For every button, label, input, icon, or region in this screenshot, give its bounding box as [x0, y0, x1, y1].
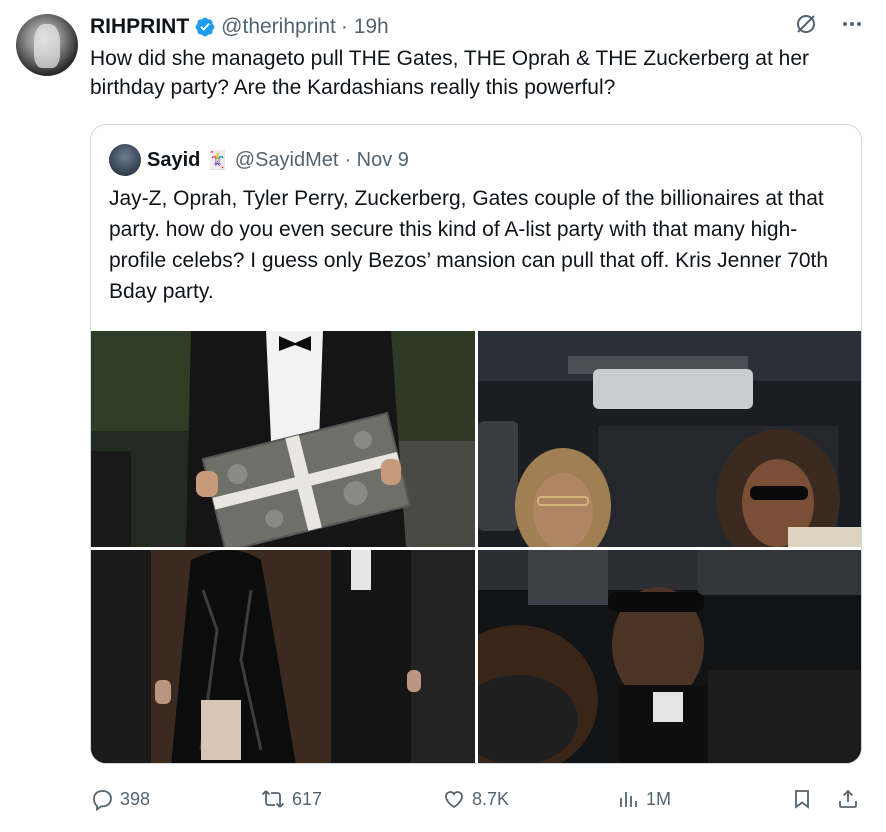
quoted-author-name: Sayid: [147, 148, 201, 171]
bookmark-icon: [790, 787, 814, 811]
quoted-tweet[interactable]: Sayid 🃏 @SayidMet · Nov 9 Jay-Z, Oprah, …: [90, 124, 862, 764]
grok-icon[interactable]: [794, 12, 818, 36]
media-photo[interactable]: [478, 331, 861, 547]
reply-button[interactable]: 398: [90, 784, 150, 814]
quoted-badge-emoji: 🃏: [206, 149, 229, 170]
repost-count: 617: [292, 788, 323, 809]
media-photo[interactable]: [91, 550, 475, 763]
quoted-handle: @SayidMet: [234, 148, 339, 171]
media-photo[interactable]: [478, 550, 861, 763]
repost-button[interactable]: 617: [260, 784, 322, 814]
bookmark-button[interactable]: [790, 784, 814, 814]
tweet-text: How did she manageto pull THE Gates, THE…: [90, 47, 810, 99]
like-count: 8.7K: [472, 788, 510, 809]
share-icon: [836, 787, 860, 811]
media-photo[interactable]: [91, 331, 475, 547]
action-bar: 398 617 8.7K 1M: [90, 784, 860, 814]
media-grid: [91, 331, 861, 763]
views-count: 1M: [646, 788, 672, 809]
repost-icon: [260, 787, 286, 811]
tweet-time[interactable]: · 19h: [341, 15, 389, 39]
reply-count: 398: [120, 788, 151, 809]
author-name[interactable]: RIHPRINT: [90, 15, 189, 39]
author-avatar[interactable]: [16, 14, 78, 76]
quoted-time: · Nov 9: [344, 148, 409, 171]
quoted-text: Jay-Z, Oprah, Tyler Perry, Zuckerberg, G…: [109, 187, 829, 303]
verified-badge-icon: [194, 16, 216, 38]
top-actions: [794, 12, 864, 36]
tweet-header: RIHPRINT @therihprint · 19h: [90, 14, 389, 40]
reply-icon: [90, 787, 114, 811]
share-button[interactable]: [836, 784, 860, 814]
like-button[interactable]: 8.7K: [442, 784, 509, 814]
author-handle[interactable]: @therihprint: [221, 15, 336, 39]
more-icon[interactable]: [840, 12, 864, 36]
views-icon: [616, 787, 640, 811]
quoted-header: Sayid 🃏 @SayidMet · Nov 9: [109, 144, 409, 176]
like-icon: [442, 787, 466, 811]
views-button[interactable]: 1M: [616, 784, 671, 814]
quoted-avatar: [109, 144, 141, 176]
